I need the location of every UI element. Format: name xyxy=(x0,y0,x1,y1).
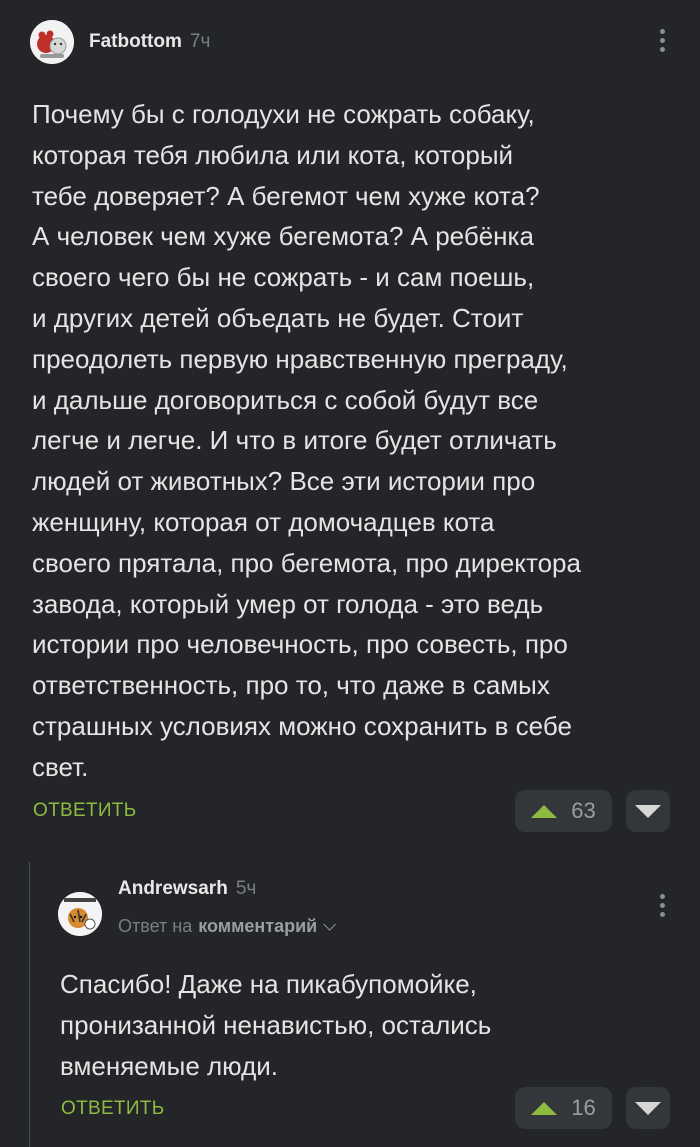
comment-text-line: преодолеть первую нравственную преграду, xyxy=(32,343,568,374)
comment-text-line: легче и легче. И что в итоге будет отлич… xyxy=(32,425,557,456)
comment-text-line: и других детей объедать не будет. Стоит xyxy=(32,302,524,333)
comment-text-line: своего чего бы не сожрать - и сам поешь, xyxy=(32,262,535,293)
reply-button[interactable]: ОТВЕТИТЬ xyxy=(61,1098,164,1120)
rating-count: 16 xyxy=(571,1095,596,1120)
reply-to-target: комментарий xyxy=(198,916,318,936)
avatar-image xyxy=(58,892,102,936)
reply-author[interactable]: Andrewsarh xyxy=(118,878,228,900)
rating-count: 63 xyxy=(571,798,596,823)
comment-author[interactable]: Fatbottom xyxy=(89,31,182,53)
reply-menu-icon[interactable] xyxy=(652,894,672,917)
upvote-button[interactable]: 63 xyxy=(515,790,612,832)
comment-time: 7ч xyxy=(189,31,211,52)
reply-button[interactable]: ОТВЕТИТЬ xyxy=(33,800,136,822)
comment-text-line: А человек чем хуже бегемота? А ребёнка xyxy=(32,221,534,252)
reply-to-prefix: Ответ на xyxy=(118,916,193,936)
comment-text-line: истории про человечность, про совесть, п… xyxy=(32,629,568,660)
comment-text-line: страшных условиях можно сохранить в себе xyxy=(32,710,572,741)
comment-menu-icon[interactable] xyxy=(652,29,672,52)
reply-to-link[interactable]: Ответ на комментарий xyxy=(118,916,337,937)
avatar[interactable] xyxy=(30,20,74,64)
comment-text: Почему бы с голодухи не сожрать собаку, … xyxy=(32,94,581,788)
comment-text-line: и дальше договориться с собой будут все xyxy=(32,384,539,415)
downvote-button[interactable] xyxy=(626,790,670,832)
comment-text-line: которая тебя любила или кота, который xyxy=(32,139,514,170)
reply-text-line: вменяемые люди. xyxy=(60,1050,279,1081)
comment-text-line: свет. xyxy=(32,751,89,782)
triangle-up-icon xyxy=(531,804,558,818)
comment-text-line: своего прятала, про бегемота, про директ… xyxy=(32,547,581,578)
reply-time: 5ч xyxy=(235,878,257,899)
avatar[interactable] xyxy=(58,892,102,936)
chevron-down-icon xyxy=(323,918,337,931)
reply-text-line: Спасибо! Даже на пикабупомойке, xyxy=(60,969,477,999)
comment-text-line: тебе доверяет? А бегемот чем хуже кота? xyxy=(32,180,540,211)
comment-header: Fatbottom 7ч xyxy=(30,20,210,64)
thread-line[interactable] xyxy=(29,862,30,1147)
reply-text: Спасибо! Даже на пикабупомойке, пронизан… xyxy=(60,964,491,1086)
triangle-down-icon xyxy=(635,1101,661,1115)
comment-text-line: ответственность, про то, что даже в самы… xyxy=(32,670,550,701)
downvote-button[interactable] xyxy=(626,1087,670,1129)
comment-text-line: людей от животных? Все эти истории про xyxy=(32,466,536,497)
reply-text-line: пронизанной ненавистью, остались xyxy=(60,1009,492,1040)
comment-text-line: завода, который умер от голода - это вед… xyxy=(32,588,544,619)
upvote-button[interactable]: 16 xyxy=(515,1087,612,1129)
triangle-up-icon xyxy=(531,1101,558,1115)
triangle-down-icon xyxy=(635,804,661,818)
avatar-image xyxy=(30,20,74,64)
comment-text-line: женщину, которая от домочадцев кота xyxy=(32,506,495,537)
comment-text-line: Почему бы с голодухи не сожрать собаку, xyxy=(32,99,535,129)
